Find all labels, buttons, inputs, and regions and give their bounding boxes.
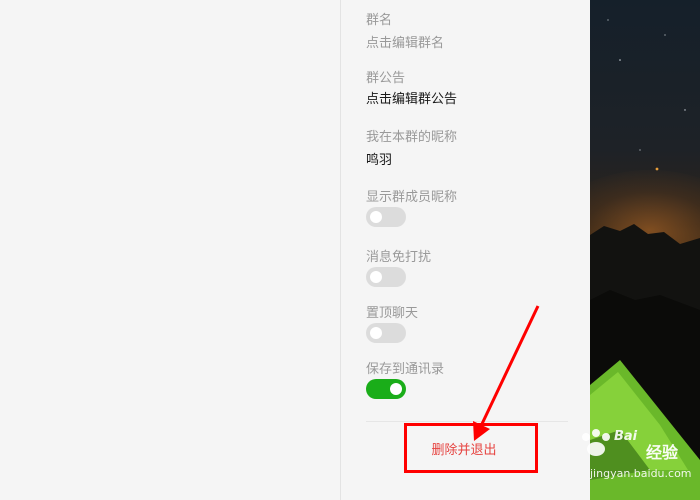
save-to-contacts-toggle[interactable] [366, 379, 406, 399]
save-to-contacts-label: 保存到通讯录 [366, 362, 445, 377]
background-photo [590, 0, 700, 500]
group-name-field[interactable]: 点击编辑群名 [366, 36, 444, 52]
sticky-on-top-label: 置顶聊天 [366, 306, 419, 321]
announcement-field[interactable]: 点击编辑群公告 [366, 92, 457, 108]
toggle-knob [390, 383, 402, 395]
show-member-nickname-toggle[interactable] [366, 207, 406, 227]
mute-notifications-toggle[interactable] [366, 267, 406, 287]
tent-illustration [590, 360, 700, 500]
group-settings-panel: 群名 点击编辑群名 群公告 点击编辑群公告 我在本群的昵称 鸣羽 显示群成员昵称… [341, 0, 590, 500]
toggle-knob [370, 211, 382, 223]
sticky-on-top-toggle[interactable] [366, 323, 406, 343]
toggle-knob [370, 327, 382, 339]
nickname-field[interactable]: 鸣羽 [366, 153, 392, 169]
toggle-knob [370, 271, 382, 283]
group-name-label: 群名 [366, 13, 393, 28]
chat-area [0, 0, 340, 500]
announcement-label: 群公告 [366, 71, 406, 86]
show-member-nickname-label: 显示群成员昵称 [366, 190, 458, 205]
delete-and-exit-button[interactable]: 删除并退出 [405, 441, 523, 461]
section-divider [366, 421, 568, 422]
mute-notifications-label: 消息免打扰 [366, 250, 432, 265]
nickname-label: 我在本群的昵称 [366, 130, 458, 145]
